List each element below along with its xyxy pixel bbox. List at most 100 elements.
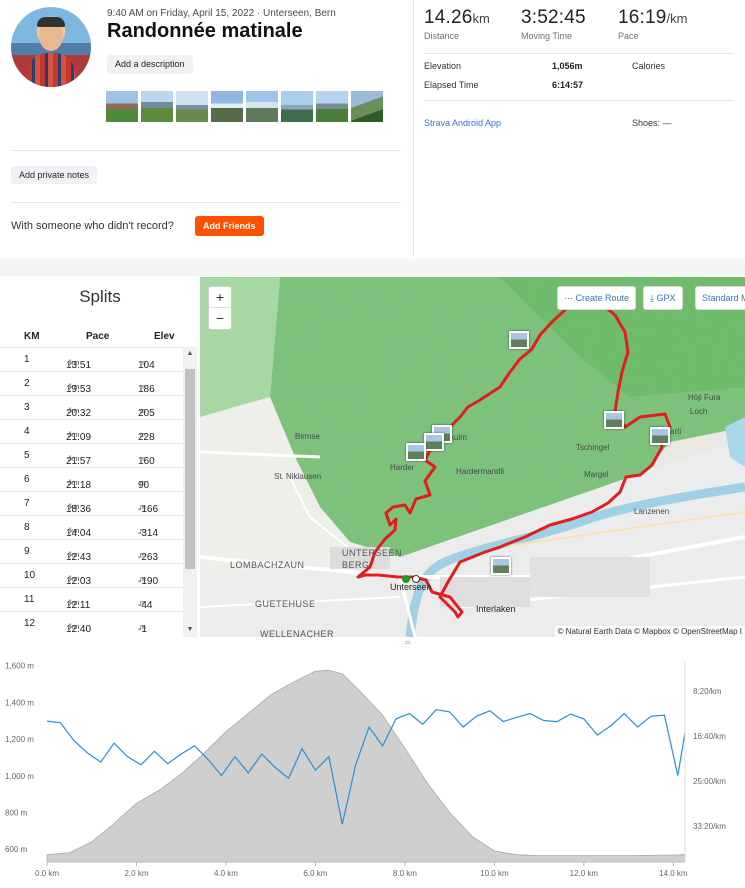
distance-value: 14.26 [424, 7, 473, 28]
distance-label: Distance [424, 31, 460, 41]
map-label-margel: Margel [584, 470, 609, 479]
map-label-unterseen-big: UNTERSEEN [342, 548, 403, 558]
gpx-button[interactable]: ⤓ GPX [643, 286, 683, 310]
photo-thumbnail[interactable] [351, 91, 383, 122]
split-row[interactable]: 9 12:43/km -263 m [0, 539, 183, 563]
add-description-button[interactable]: Add a description [107, 55, 193, 74]
photo-thumbnail[interactable] [106, 91, 138, 122]
map-attribution[interactable]: © Natural Earth Data © Mapbox © OpenStre… [554, 626, 745, 637]
split-row[interactable]: 3 20:32/km 205 m [0, 395, 183, 419]
stat-distance: 14.26km Distance [424, 7, 490, 41]
photo-thumbnail[interactable] [281, 91, 313, 122]
create-route-label: Create Route [575, 293, 630, 303]
photo-thumbnail[interactable] [176, 91, 208, 122]
split-row[interactable]: 6 21:18/km 90 m [0, 467, 183, 491]
split-row[interactable]: 2 19:53/km 186 m [0, 371, 183, 395]
photo-thumbnail[interactable] [316, 91, 348, 122]
stat-pace: 16:19/km Pace [618, 7, 688, 41]
photo-thumbnail[interactable] [141, 91, 173, 122]
map-label-loch: Loch [690, 407, 708, 416]
scroll-up-arrow-icon[interactable]: ▲ [185, 349, 195, 359]
activity-meta: 9:40 AM on Friday, April 15, 2022 · Unte… [107, 8, 336, 19]
split-elev-unit: m [140, 456, 146, 463]
map-label-tschingel: Tschingel [576, 443, 610, 452]
split-km: 3 [24, 402, 30, 413]
split-pace-unit: /km [68, 456, 80, 463]
x-axis-tick-label: 10.0 km [480, 869, 509, 878]
split-km: 9 [24, 546, 30, 557]
splits-header-elev: Elev [154, 331, 175, 342]
map-label-lombachzaun: LOMBACHZAUN [230, 560, 305, 570]
split-elev-unit: m [140, 480, 146, 487]
athlete-avatar[interactable] [11, 7, 91, 87]
split-km: 2 [24, 378, 30, 389]
split-km: 6 [24, 474, 30, 485]
split-pace-unit: /km [68, 384, 80, 391]
map-photo-marker[interactable] [491, 557, 511, 575]
split-row[interactable]: 11 12:11/km -44 m [0, 587, 183, 611]
split-pace-unit: /km [68, 600, 80, 607]
x-axis-tick-label: 8.0 km [393, 869, 417, 878]
elapsed-time-label: Elapsed Time [424, 80, 479, 90]
create-route-button[interactable]: ⋯ Create Route [557, 286, 637, 310]
map-photo-marker[interactable] [406, 443, 426, 461]
split-row[interactable]: 12 12:40/km -1 m [0, 611, 183, 635]
splits-header-pace: Pace [86, 331, 110, 342]
zoom-out-button[interactable]: − [209, 308, 231, 329]
photo-thumbnail[interactable] [211, 91, 243, 122]
add-private-notes-button[interactable]: Add private notes [11, 166, 98, 184]
map-photo-marker[interactable] [509, 331, 529, 349]
zoom-in-button[interactable]: + [209, 287, 231, 308]
add-friends-button[interactable]: Add Friends [195, 216, 264, 236]
device-link[interactable]: Strava Android App [424, 118, 501, 128]
split-row[interactable]: 7 18:36/km -166 m [0, 491, 183, 515]
scroll-down-arrow-icon[interactable]: ▼ [185, 625, 195, 635]
map-canvas [200, 277, 745, 637]
elapsed-time-value: 6:14:57 [552, 80, 584, 90]
map-label-harder: Harder [390, 463, 415, 472]
split-km: 12 [24, 618, 36, 629]
gpx-label: GPX [656, 293, 676, 303]
split-km: 1 [24, 354, 30, 365]
split-pace-unit: /km [68, 624, 80, 631]
map-photo-marker[interactable] [604, 411, 624, 429]
splits-scrollbar[interactable]: ▲ ▼ [183, 347, 197, 637]
y-axis-tick-label: 1,200 m [5, 735, 34, 744]
split-pace-unit: /km [68, 576, 80, 583]
map-label-interlaken: Interlaken [476, 604, 516, 614]
scroll-thumb[interactable] [185, 369, 195, 569]
elevation-chart[interactable]: 600 m 800 m 1,000 m 1,200 m 1,400 m 1,600 m 8… [0, 650, 745, 888]
map-photo-marker[interactable] [650, 427, 670, 445]
zoom-control: + − [208, 286, 232, 330]
photo-thumbnails [106, 91, 383, 122]
split-km: 10 [24, 570, 36, 581]
divider [424, 53, 734, 54]
split-row[interactable]: 10 12:03/km -190 m [0, 563, 183, 587]
stat-moving-time: 3:52:45 Moving Time [521, 7, 586, 41]
split-elev-unit: m [140, 600, 146, 607]
map-label-holi: Höji Fura [688, 393, 721, 402]
split-pace-unit: /km [68, 408, 80, 415]
split-row[interactable]: 1 13:51/km 104 m [0, 347, 183, 371]
map-label-birmse: Birmse [295, 432, 320, 441]
map-photo-marker[interactable] [424, 433, 444, 451]
map-style-button[interactable]: Standard M [695, 286, 745, 310]
avatar-cap [37, 17, 65, 27]
x-axis-tick-label: 12.0 km [570, 869, 599, 878]
split-elev-unit: m [140, 576, 146, 583]
elevation-label: Elevation [424, 61, 462, 71]
map-label-guetehuse: GUETEHUSE [255, 599, 316, 609]
split-pace-unit: /km [68, 552, 80, 559]
split-row[interactable]: 5 21:57/km 160 m [0, 443, 183, 467]
split-pace-unit: /km [68, 432, 80, 439]
split-row[interactable]: 4 21:09/km 228 m [0, 419, 183, 443]
x-axis-tick-label: 0.0 km [35, 869, 59, 878]
split-pace-unit: /km [68, 480, 80, 487]
avatar-shirt [27, 53, 75, 87]
resize-handle-icon[interactable]: ═ [405, 638, 411, 647]
photo-thumbnail[interactable] [246, 91, 278, 122]
pace-value: 16:19 [618, 7, 667, 28]
map-label-arti: arti [670, 427, 682, 436]
route-map[interactable]: + − ⋯ Create Route ⤓ GPX Standard M Birm… [200, 277, 745, 637]
split-row[interactable]: 8 14:04/km -314 m [0, 515, 183, 539]
